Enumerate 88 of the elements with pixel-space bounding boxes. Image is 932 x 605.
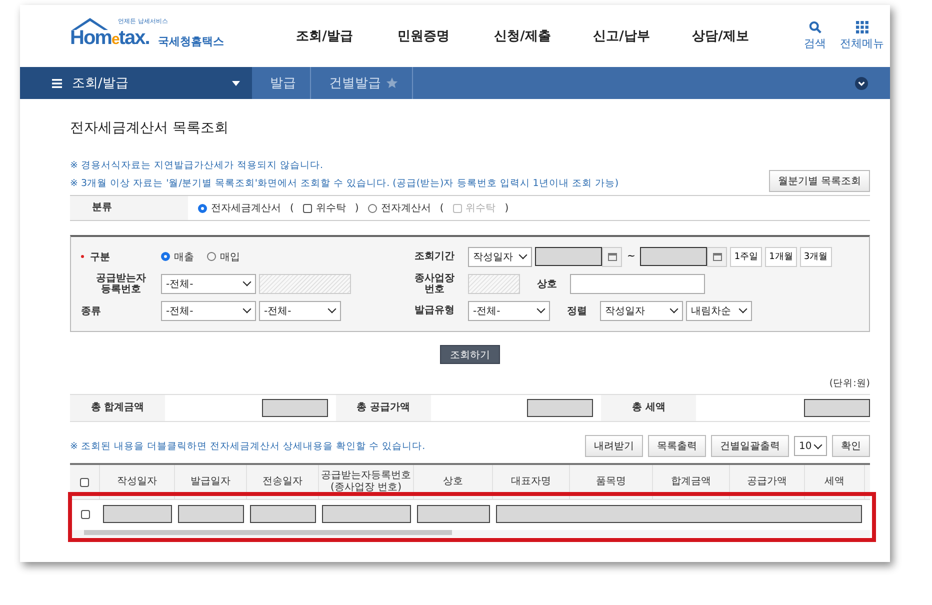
- period-button[interactable]: 3개월: [800, 246, 832, 266]
- nav-menu-item[interactable]: 민원증명: [374, 27, 473, 45]
- checkbox-option[interactable]: 위수탁: [302, 201, 346, 215]
- company-name-field[interactable]: [570, 274, 705, 294]
- radio-option[interactable]: 전자계산서: [368, 201, 431, 215]
- calendar-icon: [608, 252, 616, 260]
- column-header: 대표자명: [493, 465, 570, 499]
- column-header: 상호: [414, 465, 493, 499]
- breadcrumb-link[interactable]: 건별발급: [311, 67, 413, 99]
- field-label: 정렬: [567, 304, 587, 318]
- end-date-field[interactable]: [640, 247, 708, 266]
- nav-menu-item[interactable]: 조회/발급: [275, 27, 374, 45]
- menu-icon: [52, 78, 62, 88]
- caret-icon: [232, 80, 240, 86]
- total-label: 총 세액: [601, 395, 696, 421]
- type-select[interactable]: -전체-: [259, 300, 341, 320]
- redacted-value: [262, 399, 328, 417]
- field-label: 상호: [537, 278, 557, 290]
- field-label: 공급받는자 등록번호: [95, 272, 147, 294]
- issue-type-select[interactable]: -전체-: [468, 300, 550, 320]
- field-label: 조회기간: [414, 251, 456, 262]
- nav-menu-item[interactable]: 상담/제보: [671, 27, 770, 45]
- field-label: 분류: [70, 196, 188, 220]
- field-label: 발급유형: [414, 305, 456, 316]
- date-type-select[interactable]: 작성일자: [468, 246, 532, 266]
- column-header: 작성일자: [100, 465, 175, 499]
- header-tool-link[interactable]: 전체메뉴: [840, 21, 884, 51]
- notice-text: ※ 경용서식자료는 지연발급가산세가 적용되지 않습니다.: [70, 159, 324, 172]
- radio-option[interactable]: 매입: [207, 250, 240, 264]
- action-button[interactable]: 건별일괄출력: [711, 435, 789, 457]
- column-header: 전송일자: [247, 465, 319, 499]
- type-select[interactable]: -전체-: [161, 300, 256, 320]
- sort-select[interactable]: 작성일자: [600, 300, 683, 320]
- unit-text: (단위:원): [829, 377, 870, 390]
- field-label: 구분: [71, 250, 161, 264]
- radio-option[interactable]: 매출: [161, 250, 194, 264]
- start-date-field[interactable]: [535, 247, 602, 266]
- monthly-list-button[interactable]: 월분기별 목록조회: [768, 170, 870, 192]
- nav-menu-item[interactable]: 신청/제출: [473, 27, 572, 45]
- search-button[interactable]: 조회하기: [440, 345, 500, 364]
- star-icon[interactable]: [386, 77, 398, 89]
- redacted-cell: [178, 505, 244, 523]
- calendar-button[interactable]: [707, 246, 728, 266]
- period-button[interactable]: 1주일: [730, 246, 762, 266]
- scrollbar-thumb[interactable]: [84, 530, 452, 535]
- column-header: 공급받는자등록번호 (종사업장 번호): [319, 465, 414, 499]
- calendar-icon: [712, 252, 722, 260]
- calendar-button[interactable]: [602, 246, 622, 266]
- house-icon: [70, 16, 110, 32]
- redacted-cell: [250, 505, 316, 523]
- redacted-value: [527, 399, 594, 417]
- row-checkbox[interactable]: [80, 510, 90, 518]
- action-button[interactable]: 내려받기: [585, 435, 643, 457]
- redacted-value: [804, 399, 870, 417]
- field-label: 종류: [80, 304, 102, 318]
- action-button[interactable]: 목록출력: [648, 435, 706, 457]
- branch-number-field: [468, 274, 520, 294]
- column-header: 품목명: [570, 465, 653, 499]
- column-header: 세액: [805, 465, 865, 499]
- page-size-select[interactable]: 10: [794, 436, 827, 456]
- breadcrumb-link[interactable]: 발급: [252, 67, 311, 99]
- bracket-text: ): [354, 202, 359, 214]
- column-header: 발급일자: [175, 465, 247, 499]
- nav-menu-item[interactable]: 신고/납부: [572, 27, 671, 45]
- notice-text: ※ 조회된 내용을 더블클릭하면 전자세금계산서 상세내용을 확인할 수 있습니다.: [70, 440, 426, 452]
- sort-select[interactable]: 내림차순: [686, 300, 752, 320]
- period-button[interactable]: 1개월: [765, 246, 797, 266]
- field-label: 종사업장 번호: [414, 272, 456, 294]
- total-label: 총 합계금액: [70, 395, 165, 421]
- page-title: 전자세금계산서 목록조회: [70, 119, 230, 137]
- notice-text: ※ 3개월 이상 자료는 '월/분기별 목록조회'화면에서 조회할 수 있습니다. (공급(받는)자 등록번호 입력시 1년이내 조회 가능): [70, 177, 619, 190]
- redacted-cell: [103, 505, 172, 523]
- bracket-text: ): [504, 202, 509, 214]
- confirm-button[interactable]: 확인: [832, 435, 870, 457]
- range-separator: ~: [627, 251, 636, 262]
- total-label: 총 공급가액: [336, 395, 431, 421]
- menu-dropdown[interactable]: 조회/발급: [20, 67, 252, 99]
- header-tool-link[interactable]: 검색: [804, 21, 826, 51]
- bracket-text: (: [290, 202, 294, 214]
- expand-icon[interactable]: [855, 76, 868, 90]
- column-header: 합계금액: [653, 465, 730, 499]
- recipient-select[interactable]: -전체-: [161, 274, 256, 294]
- bracket-text: (: [440, 202, 444, 214]
- radio-option[interactable]: 전자세금계산서: [198, 201, 281, 215]
- menu-icon: [856, 21, 868, 34]
- column-header: 공급가액: [730, 465, 805, 499]
- select-all-checkbox[interactable]: [80, 478, 89, 486]
- search-icon: [808, 21, 822, 34]
